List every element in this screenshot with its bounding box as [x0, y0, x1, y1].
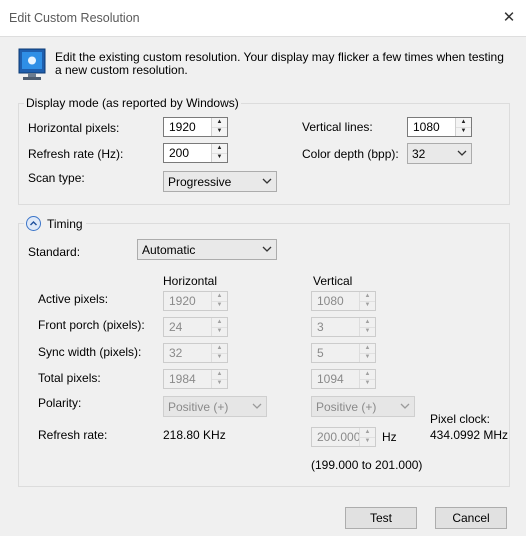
vertical-refresh-spinner[interactable]: 200.000 ▲ ▼: [311, 427, 376, 447]
collapse-chevron-icon[interactable]: [26, 216, 41, 231]
horizontal-pixels-label: Horizontal pixels:: [28, 121, 120, 135]
vertical-lines-spinner[interactable]: 1080 ▲ ▼: [407, 117, 472, 137]
spin-down-icon[interactable]: ▼: [360, 327, 375, 336]
spin-down-icon[interactable]: ▼: [212, 379, 227, 388]
chevron-down-icon: [252, 403, 262, 409]
chevron-down-icon: [400, 403, 410, 409]
standard-select[interactable]: Automatic: [137, 239, 277, 260]
spin-down-icon[interactable]: ▼: [212, 327, 227, 336]
vertical-refresh-value: 200.000: [317, 430, 361, 444]
title-bar: Edit Custom Resolution ✕: [0, 0, 526, 37]
spin-down-icon[interactable]: ▼: [212, 127, 227, 136]
scan-type-value: Progressive: [168, 175, 232, 189]
polarity-h-value: Positive (+): [168, 400, 229, 414]
active-v-value: 1080: [317, 294, 344, 308]
chevron-down-icon: [262, 246, 272, 252]
spin-down-icon[interactable]: ▼: [212, 353, 227, 362]
vertical-lines-value: 1080: [413, 120, 440, 134]
sync-width-label: Sync width (pixels):: [38, 345, 142, 359]
spin-down-icon[interactable]: ▼: [360, 301, 375, 310]
total-v-spinner[interactable]: 1094 ▲ ▼: [311, 369, 376, 389]
window-title: Edit Custom Resolution: [9, 11, 140, 25]
horizontal-pixels-spinner[interactable]: 1920 ▲ ▼: [163, 117, 228, 137]
horizontal-pixels-value: 1920: [169, 120, 196, 134]
color-depth-value: 32: [412, 147, 426, 161]
standard-label: Standard:: [28, 245, 81, 259]
chevron-down-icon: [262, 178, 272, 184]
active-pixels-label: Active pixels:: [38, 292, 109, 306]
spin-down-icon[interactable]: ▼: [212, 153, 227, 162]
horizontal-column-header: Horizontal: [163, 274, 218, 288]
color-depth-select[interactable]: 32: [407, 143, 472, 164]
active-h-spinner[interactable]: 1920 ▲ ▼: [163, 291, 228, 311]
scan-type-select[interactable]: Progressive: [163, 171, 277, 192]
refresh-rate-value: 200: [169, 146, 190, 160]
spin-down-icon[interactable]: ▼: [212, 301, 227, 310]
polarity-v-select[interactable]: Positive (+): [311, 396, 415, 417]
vertical-column-header: Vertical: [313, 274, 353, 288]
front-porch-v-spinner[interactable]: 3 ▲ ▼: [311, 317, 376, 337]
front-porch-h-spinner[interactable]: 24 ▲ ▼: [163, 317, 228, 337]
vertical-lines-label: Vertical lines:: [302, 120, 373, 134]
polarity-v-value: Positive (+): [316, 400, 377, 414]
refresh-rate-label: Refresh rate (Hz):: [28, 147, 124, 161]
standard-value: Automatic: [142, 243, 196, 257]
scan-type-label: Scan type:: [28, 171, 85, 185]
active-h-value: 1920: [169, 294, 196, 308]
sync-width-h-spinner[interactable]: 32 ▲ ▼: [163, 343, 228, 363]
spin-down-icon[interactable]: ▼: [360, 379, 375, 388]
front-porch-label: Front porch (pixels):: [38, 318, 145, 332]
pixel-clock-label: Pixel clock:: [430, 412, 491, 426]
timing-refresh-rate-label: Refresh rate:: [38, 428, 108, 442]
display-mode-title: Display mode (as reported by Windows): [24, 96, 241, 110]
horizontal-refresh-value: 218.80 KHz: [163, 428, 226, 442]
refresh-rate-spinner[interactable]: 200 ▲ ▼: [163, 143, 228, 163]
total-h-spinner[interactable]: 1984 ▲ ▼: [163, 369, 228, 389]
sync-width-v-spinner[interactable]: 5 ▲ ▼: [311, 343, 376, 363]
close-icon[interactable]: ✕: [498, 8, 520, 28]
color-depth-label: Color depth (bpp):: [302, 147, 399, 161]
total-v-value: 1094: [317, 372, 344, 386]
spin-down-icon[interactable]: ▼: [360, 437, 375, 446]
pixel-clock-value: 434.0992 MHz: [430, 428, 509, 442]
chevron-down-icon: [457, 150, 467, 156]
refresh-range: (199.000 to 201.000): [311, 458, 423, 472]
active-v-spinner[interactable]: 1080 ▲ ▼: [311, 291, 376, 311]
timing-title: Timing: [47, 217, 83, 231]
test-button[interactable]: Test: [345, 507, 417, 529]
polarity-h-select[interactable]: Positive (+): [163, 396, 267, 417]
front-porch-h-value: 24: [169, 320, 183, 334]
monitor-icon: [18, 48, 46, 82]
vertical-refresh-unit: Hz: [382, 430, 397, 444]
total-pixels-label: Total pixels:: [38, 371, 101, 385]
sync-width-h-value: 32: [169, 346, 183, 360]
front-porch-v-value: 3: [317, 320, 324, 334]
spin-down-icon[interactable]: ▼: [456, 127, 471, 136]
polarity-label: Polarity:: [38, 396, 82, 410]
sync-width-v-value: 5: [317, 346, 324, 360]
intro-text: Edit the existing custom resolution. You…: [55, 50, 504, 77]
cancel-button[interactable]: Cancel: [435, 507, 507, 529]
spin-down-icon[interactable]: ▼: [360, 353, 375, 362]
total-h-value: 1984: [169, 372, 196, 386]
